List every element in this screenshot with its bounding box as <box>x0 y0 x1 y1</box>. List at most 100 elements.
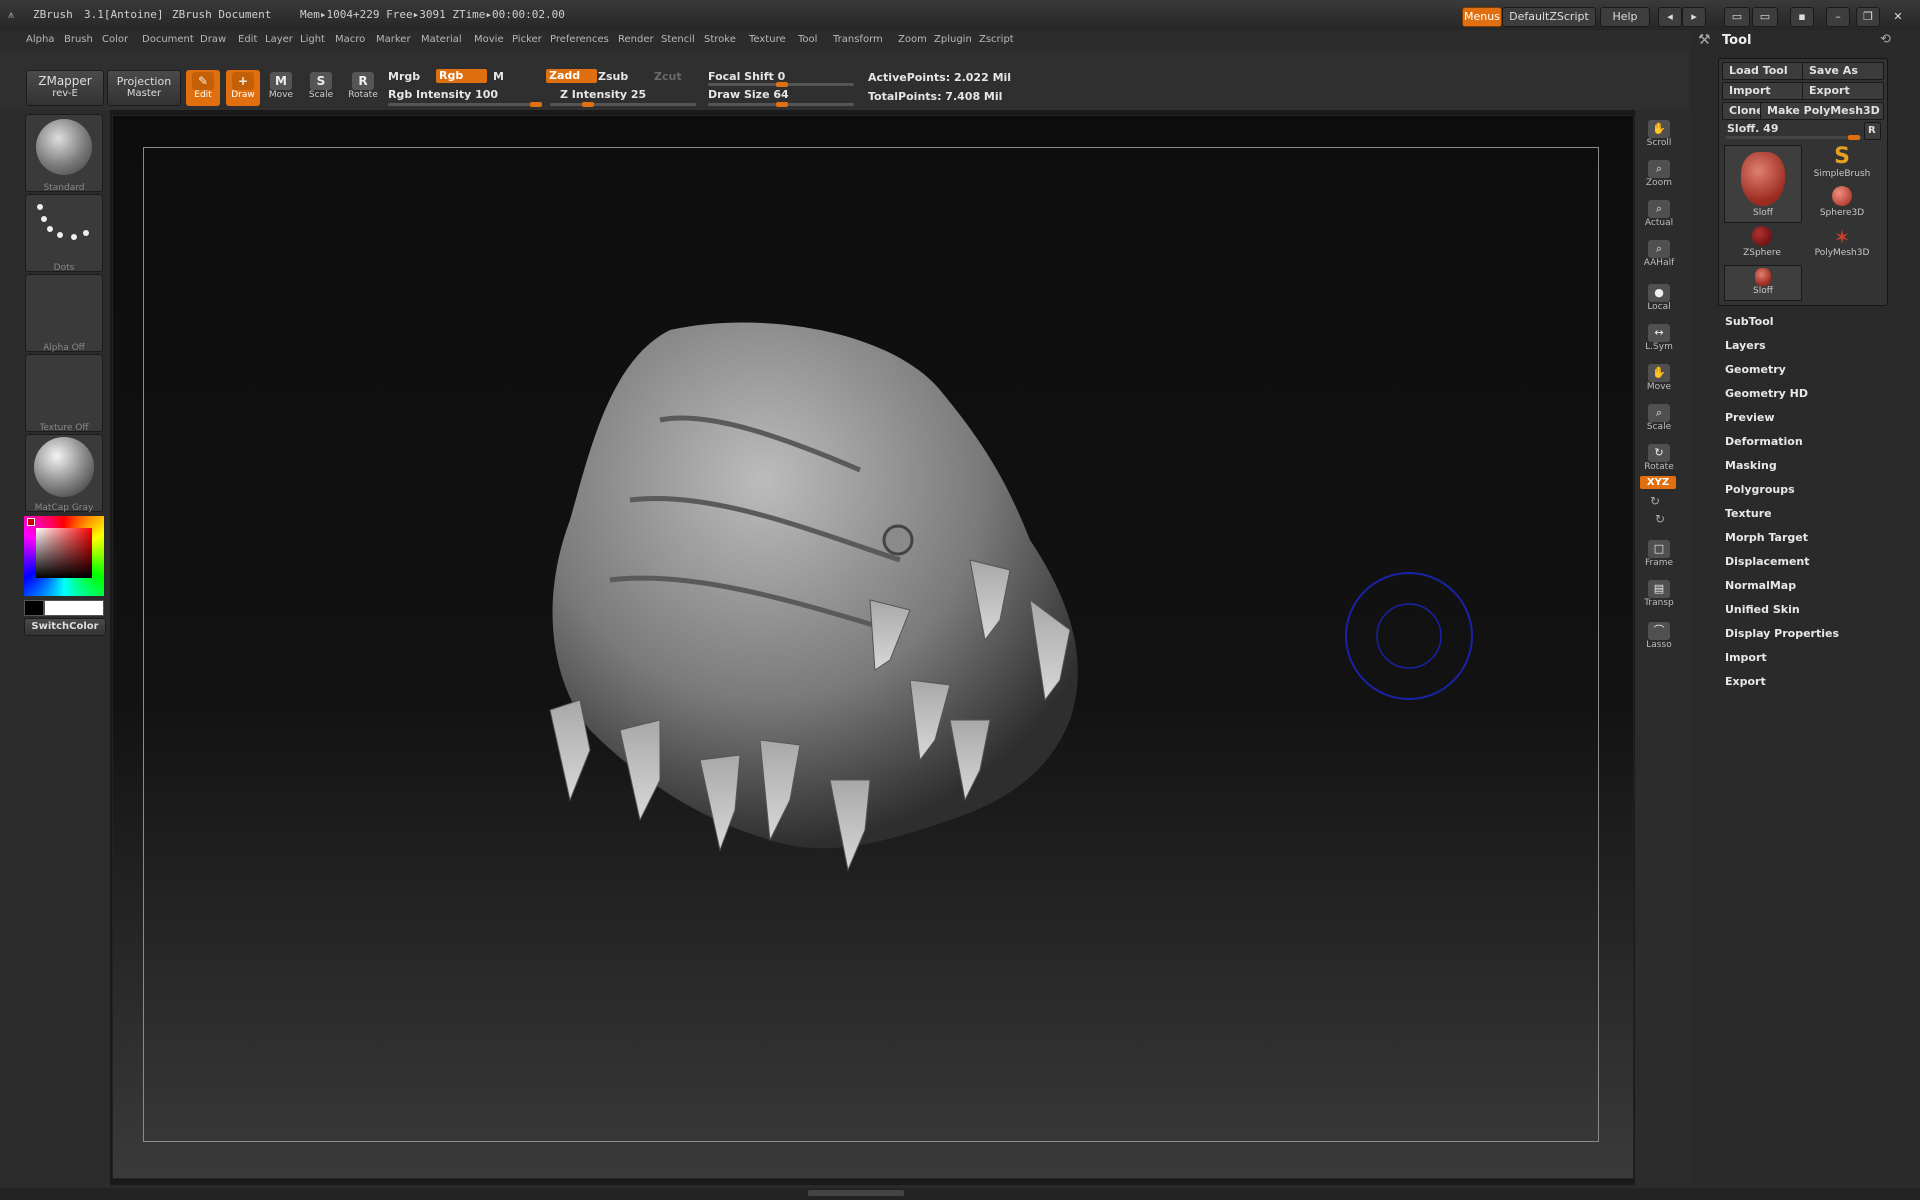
section-import[interactable]: Import <box>1725 651 1767 664</box>
switch-color-button[interactable]: SwitchColor <box>24 618 106 636</box>
secondary-color-swatch[interactable] <box>24 600 44 616</box>
layout-alt-icon[interactable]: ▭ <box>1752 7 1778 27</box>
scale-button[interactable]: S Scale <box>304 70 338 104</box>
menu-picker[interactable]: Picker <box>512 34 542 45</box>
menu-light[interactable]: Light <box>300 34 325 45</box>
section-layers[interactable]: Layers <box>1725 339 1766 352</box>
aahalf-button[interactable]: ⌕ AAHalf <box>1641 238 1677 272</box>
zoom-button[interactable]: ⌕ Zoom <box>1641 158 1677 192</box>
creature-sculpt-model[interactable] <box>530 300 1230 1000</box>
zcut-button[interactable]: Zcut <box>654 70 682 83</box>
primary-color-swatch[interactable] <box>44 600 104 616</box>
move-button[interactable]: M Move <box>264 70 298 104</box>
zsub-button[interactable]: Zsub <box>598 70 628 83</box>
section-masking[interactable]: Masking <box>1725 459 1777 472</box>
menu-stencil[interactable]: Stencil <box>661 34 695 45</box>
menu-render[interactable]: Render <box>618 34 654 45</box>
m-button[interactable]: M <box>493 70 504 83</box>
menus-button[interactable]: Menus <box>1462 7 1502 27</box>
xyz-button[interactable]: XYZ <box>1640 476 1676 489</box>
section-unified-skin[interactable]: Unified Skin <box>1725 603 1800 616</box>
make-polymesh3d-button[interactable]: Make PolyMesh3D <box>1760 102 1884 120</box>
menu-document[interactable]: Document <box>142 34 194 45</box>
tool-slider[interactable] <box>1726 135 1862 140</box>
color-marker[interactable] <box>27 518 35 526</box>
alpha-selector[interactable]: Alpha Off <box>25 274 103 353</box>
edit-button[interactable]: ✎ Edit <box>186 70 220 106</box>
section-normalmap[interactable]: NormalMap <box>1725 579 1796 592</box>
stroke-selector[interactable]: Dots <box>25 194 103 273</box>
import-button[interactable]: Import <box>1722 82 1804 100</box>
tool-slider-handle[interactable] <box>1848 135 1860 140</box>
menu-alpha[interactable]: Alpha <box>26 34 54 45</box>
material-selector[interactable]: MatCap Gray <box>25 434 103 513</box>
focal-shift-slider[interactable] <box>708 82 854 87</box>
section-morph-target[interactable]: Morph Target <box>1725 531 1808 544</box>
minimize-icon[interactable]: – <box>1826 7 1850 27</box>
frame-button[interactable]: □ Frame <box>1641 538 1677 572</box>
rotate-view-button[interactable]: ↻ Rotate <box>1641 442 1677 476</box>
default-zscript-button[interactable]: DefaultZScript <box>1502 7 1596 27</box>
redo-icon[interactable]: ▸ <box>1682 7 1706 27</box>
scroll-button[interactable]: ✋ Scroll <box>1641 118 1677 152</box>
rgb-button[interactable]: Rgb <box>436 69 487 83</box>
rotate-y-icon[interactable]: ↻ <box>1650 494 1660 508</box>
section-display-properties[interactable]: Display Properties <box>1725 627 1839 640</box>
menu-marker[interactable]: Marker <box>376 34 411 45</box>
menu-edit[interactable]: Edit <box>238 34 257 45</box>
menu-draw[interactable]: Draw <box>200 34 226 45</box>
draw-size-slider[interactable] <box>708 102 854 107</box>
tool-thumb-zsphere[interactable]: ZSphere <box>1724 226 1800 266</box>
section-geometry-hd[interactable]: Geometry HD <box>1725 387 1808 400</box>
zmapper-button[interactable]: ZMapper rev-E <box>26 70 104 106</box>
menu-tool[interactable]: Tool <box>798 34 817 45</box>
section-polygroups[interactable]: Polygroups <box>1725 483 1795 496</box>
draw-size-handle[interactable] <box>776 102 788 107</box>
menu-stroke[interactable]: Stroke <box>704 34 736 45</box>
load-tool-button[interactable]: Load Tool <box>1722 62 1804 80</box>
menu-transform[interactable]: Transform <box>833 34 883 45</box>
lock-icon[interactable]: ▪ <box>1790 7 1814 27</box>
lasso-button[interactable]: ⌒ Lasso <box>1641 620 1677 654</box>
menu-movie[interactable]: Movie <box>474 34 504 45</box>
mrgb-button[interactable]: Mrgb <box>388 70 420 83</box>
lsym-button[interactable]: ↔ L.Sym <box>1641 322 1677 356</box>
menu-layer[interactable]: Layer <box>265 34 293 45</box>
rotate-z-icon[interactable]: ↻ <box>1655 512 1665 526</box>
maximize-icon[interactable]: ❐ <box>1856 7 1880 27</box>
section-deformation[interactable]: Deformation <box>1725 435 1803 448</box>
tool-thumb-sphere3d[interactable]: Sphere3D <box>1804 186 1880 226</box>
refresh-icon[interactable]: ⟲ <box>1880 32 1891 47</box>
zadd-button[interactable]: Zadd <box>546 69 597 83</box>
save-as-button[interactable]: Save As <box>1802 62 1884 80</box>
local-button[interactable]: ● Local <box>1641 282 1677 316</box>
brush-selector[interactable]: Standard <box>25 114 103 193</box>
menu-brush[interactable]: Brush <box>64 34 93 45</box>
actual-button[interactable]: ⌕ Actual <box>1641 198 1677 232</box>
section-geometry[interactable]: Geometry <box>1725 363 1786 376</box>
menu-macro[interactable]: Macro <box>335 34 365 45</box>
bottom-shelf-handle[interactable] <box>808 1190 904 1196</box>
move-view-button[interactable]: ✋ Move <box>1641 362 1677 396</box>
export-button[interactable]: Export <box>1802 82 1884 100</box>
rgb-intensity-slider[interactable] <box>388 102 542 107</box>
projection-master-button[interactable]: Projection Master <box>107 70 181 106</box>
section-export[interactable]: Export <box>1725 675 1766 688</box>
menu-preferences[interactable]: Preferences <box>550 34 609 45</box>
section-texture[interactable]: Texture <box>1725 507 1772 520</box>
clone-button[interactable]: Clone <box>1722 102 1764 120</box>
scale-view-button[interactable]: ⌕ Scale <box>1641 402 1677 436</box>
saturation-square[interactable] <box>36 528 92 578</box>
z-intensity-handle[interactable] <box>582 102 594 107</box>
menu-texture[interactable]: Texture <box>749 34 786 45</box>
menu-material[interactable]: Material <box>421 34 462 45</box>
z-intensity-slider[interactable] <box>550 102 696 107</box>
tool-thumb-polymesh3d[interactable]: ✶ PolyMesh3D <box>1804 226 1880 266</box>
help-button[interactable]: Help <box>1600 7 1650 27</box>
menu-zoom[interactable]: Zoom <box>898 34 927 45</box>
close-icon[interactable]: ✕ <box>1886 7 1910 27</box>
undo-icon[interactable]: ◂ <box>1658 7 1682 27</box>
color-picker[interactable] <box>24 516 104 598</box>
focal-shift-handle[interactable] <box>776 82 788 87</box>
section-preview[interactable]: Preview <box>1725 411 1775 424</box>
